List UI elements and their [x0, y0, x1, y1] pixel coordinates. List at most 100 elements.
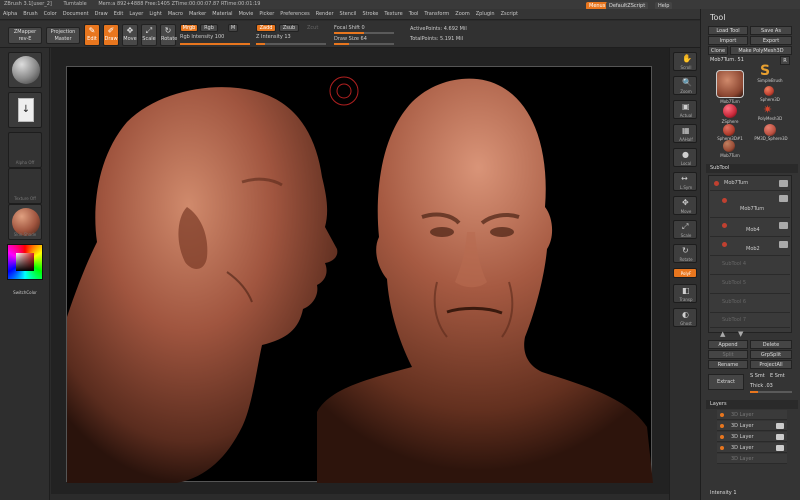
zsub-button[interactable]: Zsub [279, 24, 299, 32]
rename-button[interactable]: Rename [708, 360, 748, 369]
layer-row[interactable]: 3D Layer [717, 410, 787, 420]
edit-mode-button[interactable]: ✎ Edit [84, 24, 100, 46]
rgb-button[interactable]: Rgb [200, 24, 218, 32]
menu-document[interactable]: Document [60, 9, 92, 19]
layer-row[interactable]: 3D Layer [717, 454, 787, 464]
rgb-intensity-track[interactable] [180, 43, 250, 45]
draw-mode-button[interactable]: ✐ Draw [103, 24, 119, 46]
save-as-button[interactable]: Save As [750, 26, 792, 35]
s-smt-toggle[interactable]: S Smt [750, 373, 765, 379]
subtool-row-empty[interactable]: SubTool 5 [710, 276, 790, 294]
scroll-button[interactable]: Scroll ✋ [673, 52, 697, 71]
subtool-header[interactable]: SubTool [706, 164, 798, 173]
menu-color[interactable]: Color [41, 9, 60, 19]
focal-shift-slider[interactable]: Focal Shift 0 [334, 25, 365, 31]
eye-icon[interactable] [779, 222, 788, 229]
scale-mode-button[interactable]: ⤢ Scale [141, 24, 157, 46]
grpsplit-button[interactable]: GrpSplit [750, 350, 792, 359]
polyf-button[interactable]: PolyF [673, 268, 697, 278]
zcut-button[interactable]: Zcut [307, 25, 318, 31]
tool-r-button[interactable]: R [780, 56, 790, 65]
import-button[interactable]: Import [708, 36, 748, 45]
move-view-button[interactable]: Move ✥ [673, 196, 697, 215]
subtool-row[interactable]: Mob7Turn [710, 177, 790, 191]
zmapper-button[interactable]: ZMapper rev-E [8, 27, 42, 44]
polymesh3d-icon[interactable]: ✷ [763, 103, 772, 116]
subtool-row[interactable]: Mob2 [710, 238, 790, 256]
subtool-row[interactable]: Mob4 [710, 219, 790, 237]
menu-macro[interactable]: Macro [165, 9, 186, 19]
menu-brush[interactable]: Brush [20, 9, 40, 19]
layers-header[interactable]: Layers [706, 400, 798, 409]
tool-thumb-mob7turn[interactable] [716, 70, 744, 98]
delete-button[interactable]: Delete [750, 340, 792, 349]
intensity-slider[interactable]: Intensity 1 [710, 490, 737, 496]
tool-thumb-zsphere[interactable] [723, 104, 737, 118]
append-button[interactable]: Append [708, 340, 748, 349]
layer-eye-icon[interactable] [776, 445, 784, 451]
layer-eye-icon[interactable] [776, 423, 784, 429]
menu-zoom[interactable]: Zoom [452, 9, 472, 19]
color-picker[interactable] [7, 244, 43, 280]
simplebrush-icon[interactable]: S [760, 63, 770, 79]
color-square[interactable] [16, 253, 34, 271]
layer-rec-icon[interactable] [720, 446, 724, 450]
menu-marker[interactable]: Marker [186, 9, 209, 19]
actual-button[interactable]: Actual ▣ [673, 100, 697, 119]
stroke-slot[interactable]: ↓ [8, 92, 42, 128]
clone-button[interactable]: Clone [708, 46, 728, 55]
rotate-view-button[interactable]: Rotate ↻ [673, 244, 697, 263]
zadd-button[interactable]: Zadd [256, 24, 276, 32]
eye-icon[interactable] [779, 241, 788, 248]
menu-draw[interactable]: Draw [92, 9, 111, 19]
menu-edit[interactable]: Edit [111, 9, 127, 19]
brush-slot[interactable] [8, 52, 42, 88]
menu-zscript[interactable]: Zscript [498, 9, 521, 19]
subtool-scroll-up-icon[interactable]: ▲ [720, 330, 725, 338]
menu-stencil[interactable]: Stencil [337, 9, 360, 19]
focal-shift-track[interactable] [334, 32, 394, 34]
draw-size-slider[interactable]: Draw Size 64 [334, 36, 367, 42]
zoom-button[interactable]: Zoom 🔍 [673, 76, 697, 95]
menu-picker[interactable]: Picker [256, 9, 277, 19]
thick-slider[interactable]: Thick .03 [750, 383, 773, 389]
subtool-scroll-down-icon[interactable]: ▼ [738, 330, 743, 338]
m-button[interactable]: M [228, 24, 238, 32]
scale-view-button[interactable]: Scale ⤢ [673, 220, 697, 239]
subtool-row-empty[interactable]: SubTool 6 [710, 295, 790, 313]
z-intensity-slider[interactable]: Z Intensity 13 [256, 34, 291, 40]
switch-color-button[interactable]: SwitchColor [2, 290, 48, 295]
projection-master-button[interactable]: Projection Master [46, 27, 80, 44]
menu-layer[interactable]: Layer [126, 9, 146, 19]
menu-alpha[interactable]: Alpha [0, 9, 20, 19]
make-polymesh3d-button[interactable]: Make PolyMesh3D [730, 46, 792, 55]
layer-rec-icon[interactable] [720, 424, 724, 428]
lsym-button[interactable]: L.Sym ↔ [673, 172, 697, 191]
z-intensity-track[interactable] [256, 43, 326, 45]
projectall-button[interactable]: ProjectAll [750, 360, 792, 369]
menu-light[interactable]: Light [146, 9, 164, 19]
menu-texture[interactable]: Texture [381, 9, 405, 19]
eye-icon[interactable] [779, 180, 788, 187]
tool-thumb-mob7turn-2[interactable] [723, 140, 735, 152]
layer-rec-icon[interactable] [720, 413, 724, 417]
menu-preferences[interactable]: Preferences [277, 9, 312, 19]
menu-tool[interactable]: Tool [406, 9, 422, 19]
tool-thumb-pm3d-sphere3d[interactable] [764, 124, 776, 136]
menu-movie[interactable]: Movie [236, 9, 257, 19]
tool-thumb-sphere3d[interactable] [764, 86, 774, 96]
aahalf-button[interactable]: AAHalf ▦ [673, 124, 697, 143]
thick-track[interactable] [750, 391, 792, 393]
mrgb-button[interactable]: Mrgb [180, 24, 198, 32]
menu-transform[interactable]: Transform [421, 9, 452, 19]
layer-rec-icon[interactable] [720, 435, 724, 439]
rotate-mode-button[interactable]: ↻ Rotate [160, 24, 177, 46]
rgb-intensity-slider[interactable]: Rgb Intensity 100 [180, 34, 224, 40]
export-button[interactable]: Export [750, 36, 792, 45]
subtool-row[interactable]: Mob7Turn [710, 192, 790, 218]
turntable-label[interactable]: Turntable [63, 1, 86, 7]
extract-button[interactable]: Extract [708, 374, 744, 390]
tool-thumb-sphere3d-1[interactable] [723, 124, 735, 136]
menu-render[interactable]: Render [313, 9, 337, 19]
subtool-row-empty[interactable]: SubTool 4 [710, 257, 790, 275]
